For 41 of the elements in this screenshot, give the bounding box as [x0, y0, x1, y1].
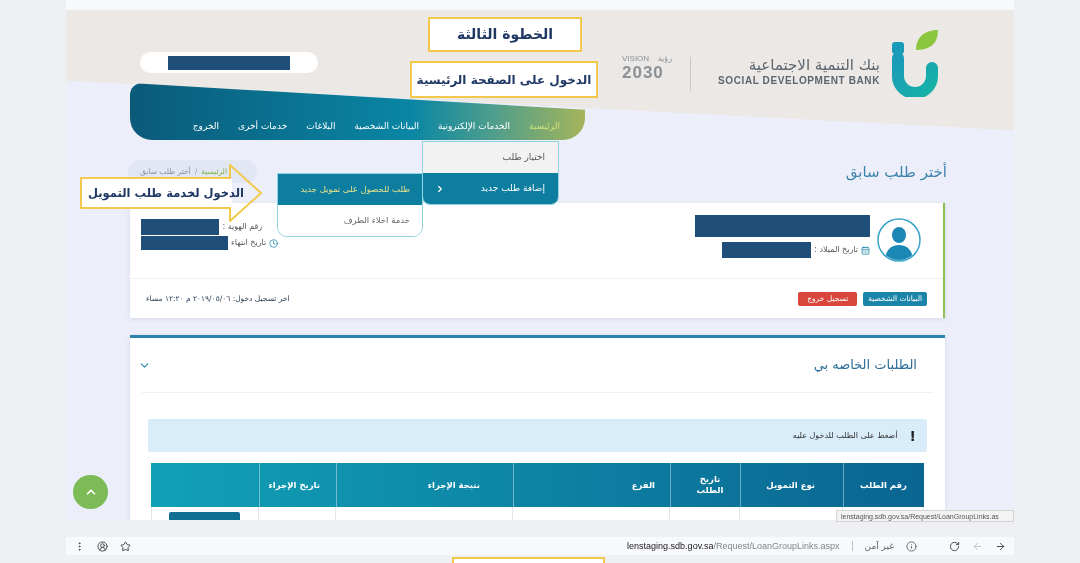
- exclamation-mark: !: [909, 427, 916, 444]
- column-header: تاريخ الطلب: [670, 463, 740, 507]
- url-text: lenstaging.sdb.gov.sa/Request/LoanGroupLinks.aspx: [627, 540, 840, 552]
- callout-box: الدخول على الصفحة الرئيسية: [410, 61, 598, 98]
- vision-year: 2030: [622, 63, 665, 82]
- vision-label: رؤية: [657, 54, 672, 63]
- page-title: أختر طلب سابق: [845, 161, 947, 182]
- info-icon[interactable]: [906, 540, 917, 552]
- expiry-date-label: تاريخ انتهاء: [231, 238, 267, 248]
- account-icon[interactable]: [97, 540, 108, 552]
- calendar-icon: [861, 245, 870, 255]
- section-title: الطلبات الخاصه بي: [813, 356, 917, 374]
- nav-item[interactable]: الخدمات الإلكترونية: [437, 120, 510, 132]
- nav-item[interactable]: البلاغات: [306, 120, 336, 132]
- arrow-right-icon[interactable]: [995, 540, 1006, 552]
- vision-label: VISION: [622, 54, 650, 63]
- avatar-icon: [877, 218, 921, 262]
- security-text: غير آمن: [864, 540, 894, 552]
- bank-name-english: SOCIAL DEVELOPMENT BANK: [718, 75, 880, 87]
- column-header: نوع التمويل: [740, 463, 843, 507]
- nav-item[interactable]: البيانات الشخصية: [354, 120, 419, 132]
- column-header: تاريخ الإجراء: [259, 463, 336, 507]
- chevron-right-icon: [435, 183, 445, 194]
- clock-icon: [269, 238, 279, 248]
- menu-item[interactable]: إضافة طلب جديد: [423, 173, 558, 204]
- column-header: نتيجة الإجراء: [336, 463, 513, 507]
- reload-icon[interactable]: [949, 540, 960, 552]
- nav-item[interactable]: الخروج: [192, 120, 219, 132]
- column-header: الفرع: [513, 463, 670, 507]
- menu-item[interactable]: اختيار طلب: [423, 142, 558, 173]
- callout-text: الدخول لخدمة طلب التمويل: [88, 185, 244, 201]
- alert-text: أضغط على الطلب للدخول عليه: [792, 430, 898, 441]
- nav-item[interactable]: خدمات أخرى: [237, 120, 288, 132]
- menu-item[interactable]: طلب للحصول على تمويل جديد: [278, 174, 422, 205]
- id-number-label: رقم الهوية :: [222, 222, 263, 232]
- star-icon[interactable]: [120, 540, 131, 552]
- callout-box: الخطوة الثالثة: [428, 17, 582, 52]
- bank-name-arabic: بنك التنمية الاجتماعية: [748, 55, 880, 75]
- bank-logo-icon: [890, 28, 940, 97]
- birth-date-label: تاريخ الميلاد :: [814, 245, 858, 255]
- column-header: رقم الطلب: [843, 463, 924, 507]
